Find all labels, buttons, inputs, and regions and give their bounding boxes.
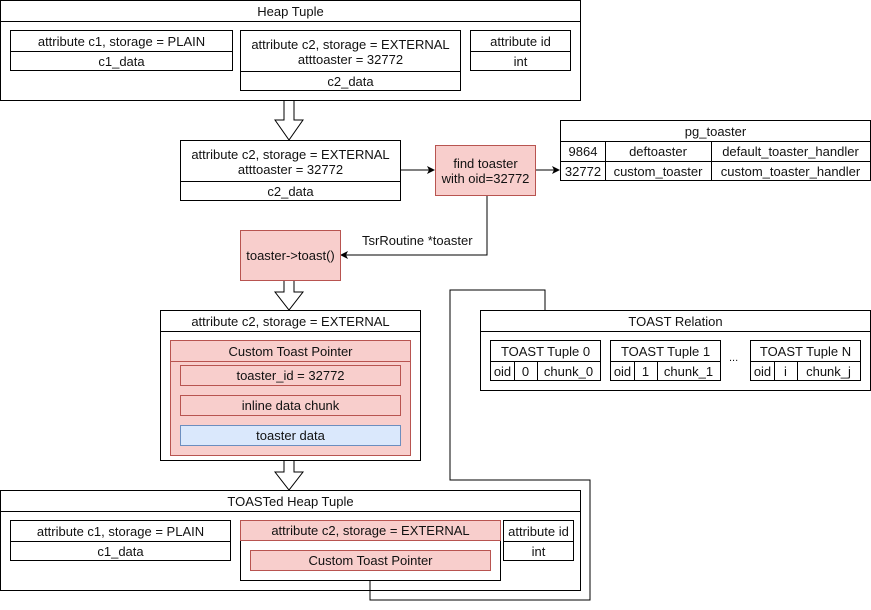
toasted-custom-toast-pointer: Custom Toast Pointer: [250, 550, 491, 571]
heap-tuple-title: Heap Tuple: [257, 3, 324, 19]
table-cell: 32772: [564, 163, 602, 179]
attr-header-line: attribute c2, storage = EXTERNAL: [251, 37, 450, 52]
attr-value: c1_data: [98, 53, 145, 69]
table-cell: custom_toaster_handler: [720, 163, 861, 179]
tuple-title: TOAST Tuple 1: [620, 343, 711, 359]
find-toaster-line: find toaster: [453, 155, 518, 171]
field-label: toaster_id = 32772: [236, 368, 345, 383]
toasted-attr-c1: attribute c1, storage = PLAIN c1_data: [10, 520, 231, 561]
toasted-attr-id: attribute id int: [503, 520, 574, 561]
pointer-field-toaster-data: toaster data: [180, 425, 401, 446]
extracted-attr-c2: attribute c2, storage = EXTERNAL atttoas…: [180, 140, 401, 201]
attr-header: attribute id: [508, 523, 569, 539]
pointer-field-inline-chunk: inline data chunk: [180, 395, 401, 416]
heap-attr-id: attribute id int: [470, 30, 571, 71]
attr-value: c2_data: [267, 183, 314, 199]
attr-header: attribute c1, storage = PLAIN: [36, 523, 205, 539]
attr-value: int: [531, 543, 546, 559]
pointer-label: Custom Toast Pointer: [308, 553, 433, 568]
attr-header: attribute c2, storage = EXTERNAL: [240, 520, 501, 541]
find-toaster-line: with oid=32772: [441, 170, 530, 186]
attr-header: attribute id: [490, 33, 551, 49]
field-label: inline data chunk: [241, 398, 340, 413]
tuple-cell: chunk_j: [806, 363, 851, 379]
attr-header-line: atttoaster = 32772: [297, 52, 404, 67]
table-cell: deftoaster: [629, 143, 687, 159]
hollow-arrow-3: [273, 459, 305, 491]
ellipsis: ...: [729, 352, 739, 364]
tuple-cell: 0: [521, 363, 530, 379]
attr-header: attribute c1, storage = PLAIN: [37, 33, 206, 49]
table-cell: default_toaster_handler: [722, 143, 859, 159]
toast-tuple-0: TOAST Tuple 0 oid 0 chunk_0: [490, 340, 601, 381]
attr-value: c1_data: [97, 543, 144, 559]
toasted-tuple-title: TOASTed Heap Tuple: [227, 493, 354, 509]
tuple-cell: oid: [753, 363, 772, 379]
toast-call-label: toaster->toast(): [246, 248, 335, 263]
hollow-arrow-1: [274, 99, 304, 141]
tuple-title: TOAST Tuple 0: [500, 343, 591, 359]
tuple-cell: chunk_1: [663, 363, 714, 379]
toast-tuple-1: TOAST Tuple 1 oid 1 chunk_1: [610, 340, 721, 381]
tuple-cell: chunk_0: [543, 363, 594, 379]
toast-relation-title: TOAST Relation: [628, 313, 723, 329]
find-toaster-node: find toaster with oid=32772: [435, 145, 536, 196]
tuple-cell: oid: [613, 363, 632, 379]
pg-toaster-table: pg_toaster 9864 deftoaster default_toast…: [560, 120, 871, 181]
tuple-cell: oid: [493, 363, 512, 379]
hollow-arrow-2: [273, 279, 305, 311]
attr-header: attribute c2, storage = EXTERNAL: [191, 313, 390, 329]
tuple-cell: 1: [641, 363, 650, 379]
table-cell: 9864: [568, 143, 598, 159]
heap-attr-c2: attribute c2, storage = EXTERNAL atttoas…: [240, 30, 461, 91]
table-cell: custom_toaster: [613, 163, 703, 179]
pointer-field-toaster-id: toaster_id = 32772: [180, 365, 401, 386]
pg-toaster-title: pg_toaster: [684, 123, 747, 139]
attr-header: attribute c2, storage = EXTERNAL atttoas…: [241, 33, 460, 71]
attr-header-line: attribute c2, storage = EXTERNAL: [191, 147, 390, 162]
heap-attr-c1: attribute c1, storage = PLAIN c1_data: [10, 30, 233, 71]
attr-header: attribute c2, storage = EXTERNAL atttoas…: [181, 143, 400, 181]
field-label: toaster data: [256, 428, 325, 443]
attr-value: int: [513, 53, 528, 69]
pointer-title: Custom Toast Pointer: [228, 343, 353, 359]
toast-tuple-n: TOAST Tuple N oid i chunk_j: [750, 340, 861, 381]
attr-value: c2_data: [327, 73, 374, 89]
edge-label: TsrRoutine *toaster: [362, 233, 473, 248]
attr-header-line: atttoaster = 32772: [237, 162, 344, 177]
tuple-cell: i: [784, 363, 787, 379]
tuple-title: TOAST Tuple N: [759, 343, 852, 359]
toast-call-node: toaster->toast(): [240, 230, 341, 281]
